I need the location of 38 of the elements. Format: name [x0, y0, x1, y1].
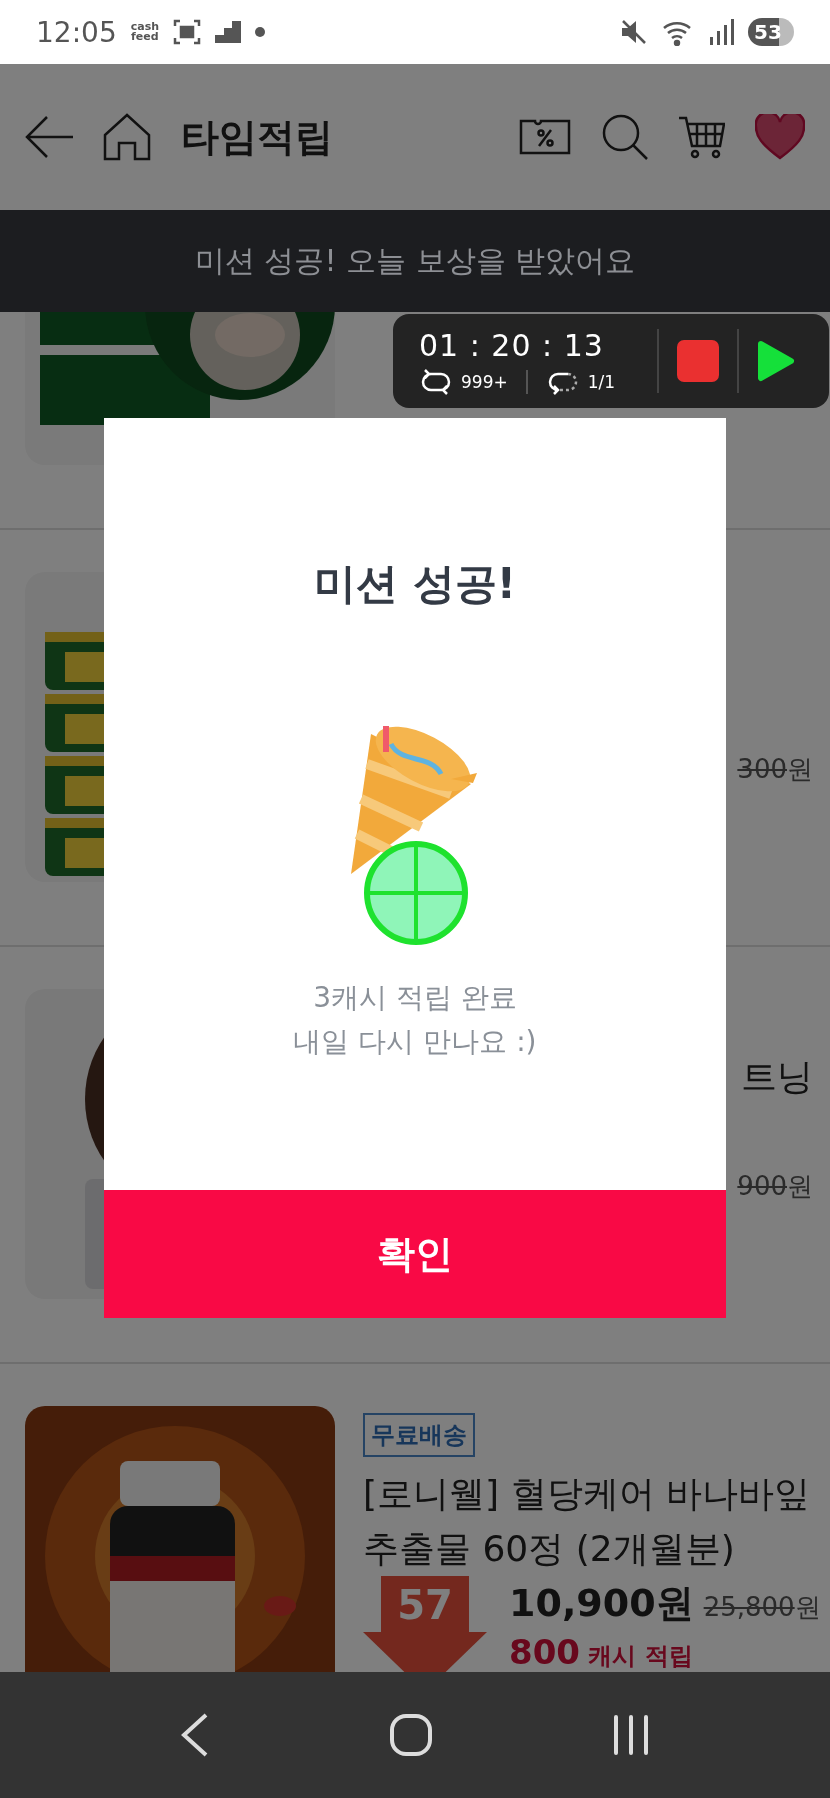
stop-button-icon[interactable]	[677, 340, 719, 382]
repeat-icon	[419, 368, 453, 395]
product-title: 추출물 60정 (2개월분)	[363, 1527, 736, 1571]
free-shipping-tag: 무료배송	[363, 1413, 475, 1457]
signal-icon	[710, 19, 734, 45]
home-icon[interactable]	[103, 113, 151, 161]
play-button-icon[interactable]	[757, 340, 795, 382]
original-price: 300원	[737, 753, 813, 786]
original-price: 900원	[737, 1170, 813, 1203]
search-icon[interactable]	[601, 113, 649, 161]
confirm-button[interactable]: 확인	[104, 1190, 726, 1318]
sale-price: 10,900원	[509, 1580, 694, 1627]
mute-icon	[620, 18, 648, 46]
crosshair-icon	[363, 840, 469, 946]
product-title: [로니웰] 혈당케어 바나바잎	[363, 1472, 810, 1516]
dialog-message: 3캐시 적립 완료	[313, 980, 517, 1016]
repeat-count: 999+	[461, 371, 508, 392]
toast-message: 미션 성공! 오늘 보상을 받았어요	[194, 241, 636, 280]
cash-reward: 800 캐시 적립	[509, 1635, 693, 1672]
original-price: 25,800원	[703, 1591, 821, 1624]
loop-count: 1/1	[587, 371, 616, 392]
discount-badge: 57	[363, 1576, 487, 1672]
heart-icon[interactable]	[755, 114, 805, 160]
page-title: 타임적립	[181, 113, 333, 161]
coupon-icon[interactable]	[519, 119, 571, 155]
product-title: 트닝	[741, 1055, 813, 1099]
timer-display: 01 : 20 : 13	[419, 327, 605, 363]
dialog-title: 미션 성공!	[314, 558, 516, 610]
dialog-message: 내일 다시 만나요 :)	[293, 1024, 537, 1060]
dot-icon	[255, 27, 266, 37]
home-button-icon[interactable]	[389, 1713, 433, 1757]
recent-apps-icon[interactable]	[612, 1715, 651, 1755]
cart-icon[interactable]	[679, 114, 725, 160]
app-notification-icon: cash feed	[130, 22, 160, 42]
status-time: 12:05	[36, 15, 117, 49]
screenshot-icon	[173, 18, 202, 46]
back-icon[interactable]	[179, 1713, 210, 1757]
stairs-icon	[215, 21, 242, 43]
